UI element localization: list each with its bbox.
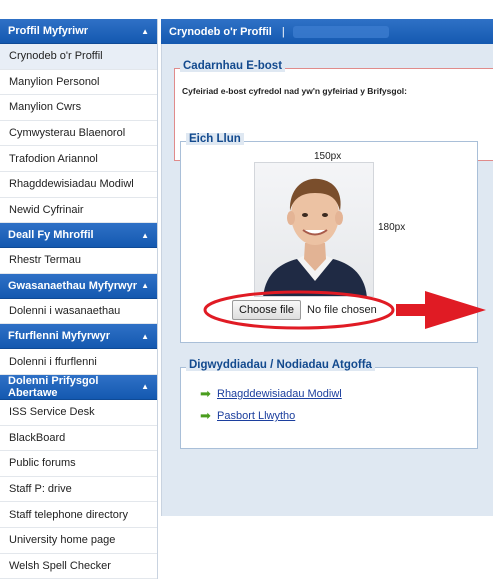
file-status: No file chosen bbox=[307, 304, 377, 316]
sidebar-item-manylion-personol[interactable]: Manylion Personol bbox=[0, 69, 157, 96]
caret-up-icon[interactable]: ▲ bbox=[141, 382, 149, 391]
list-item: ➡ Pasbort Llwytho bbox=[200, 408, 295, 424]
photo-panel-legend: Eich Llun bbox=[186, 133, 244, 145]
person-photo-image bbox=[255, 163, 373, 296]
sidebar-item-staff-telephone[interactable]: Staff telephone directory bbox=[0, 502, 157, 528]
caret-up-icon[interactable]: ▲ bbox=[141, 27, 149, 36]
sidebar-item-cymwysterau[interactable]: Cymwysterau Blaenorol bbox=[0, 120, 157, 147]
list-item: ➡ Rhagddewisiadau Modiwl bbox=[200, 386, 342, 402]
section-title: Ffurflenni Myfyrwyr bbox=[8, 330, 111, 343]
sidebar-item-crynodeb[interactable]: Crynodeb o'r Proffil bbox=[0, 44, 157, 70]
photo-height-label: 180px bbox=[378, 222, 406, 233]
sidebar-item-staff-p-drive[interactable]: Staff P: drive bbox=[0, 476, 157, 503]
sidebar: Proffil Myfyriwr ▲ Crynodeb o'r Proffil … bbox=[0, 19, 158, 580]
events-panel-legend: Digwyddiadau / Nodiadau Atgoffa bbox=[186, 359, 375, 371]
sidebar-item-rhestr-termau[interactable]: Rhestr Termau bbox=[0, 248, 157, 274]
sidebar-item-trafodion[interactable]: Trafodion Ariannol bbox=[0, 146, 157, 172]
sidebar-section-header-gwasanaethau[interactable]: Gwasanaethau Myfyrwyr ▲ bbox=[0, 273, 157, 299]
section-title: Proffil Myfyriwr bbox=[8, 25, 89, 37]
choose-file-button[interactable]: Choose file bbox=[232, 300, 302, 320]
sidebar-section-header-ffurflenni[interactable]: Ffurflenni Myfyrwyr ▲ bbox=[0, 324, 157, 350]
sidebar-item-newid-cyfrinair[interactable]: Newid Cyfrinair bbox=[0, 197, 157, 224]
photo-width-label: 150px bbox=[314, 151, 342, 162]
email-panel-legend: Cadarnhau E-bost bbox=[180, 60, 286, 72]
sidebar-section-header-dolenni-prifysgol[interactable]: Dolenni Prifysgol Abertawe ▲ bbox=[0, 374, 157, 400]
arrow-right-icon: ➡ bbox=[200, 386, 211, 401]
email-message: Cyfeiriad e-bost cyfredol nad yw'n gyfei… bbox=[182, 86, 407, 96]
page-header: Crynodeb o'r Proffil | bbox=[161, 19, 493, 44]
profile-photo bbox=[254, 162, 374, 297]
caret-up-icon[interactable]: ▲ bbox=[141, 281, 149, 290]
file-upload[interactable]: Choose file No file chosen bbox=[232, 300, 377, 320]
caret-up-icon[interactable]: ▲ bbox=[141, 231, 149, 240]
header-separator: | bbox=[281, 25, 285, 38]
caret-up-icon[interactable]: ▲ bbox=[141, 332, 149, 341]
sidebar-item-welsh-spell-checker[interactable]: Welsh Spell Checker bbox=[0, 553, 157, 580]
page-title: Crynodeb o'r Proffil bbox=[169, 25, 272, 38]
sidebar-item-dolenni-gwasanaethau[interactable]: Dolenni i wasanaethau bbox=[0, 298, 157, 325]
link-rhagddewisiadau-modiwl[interactable]: Rhagddewisiadau Modiwl bbox=[217, 388, 342, 400]
sidebar-section-header-proffil-myfyriwr[interactable]: Proffil Myfyriwr ▲ bbox=[0, 19, 157, 44]
redacted-name bbox=[292, 25, 389, 38]
sidebar-item-public-forums[interactable]: Public forums bbox=[0, 451, 157, 477]
sidebar-item-dolenni-ffurflenni[interactable]: Dolenni i ffurflenni bbox=[0, 349, 157, 375]
sidebar-item-iss-service-desk[interactable]: ISS Service Desk bbox=[0, 399, 157, 426]
sidebar-item-university-home[interactable]: University home page bbox=[0, 527, 157, 554]
section-title: Deall Fy Mhroffil bbox=[8, 229, 94, 242]
sidebar-item-manylion-cwrs[interactable]: Manylion Cwrs bbox=[0, 95, 157, 121]
sidebar-item-rhagddewisiadau[interactable]: Rhagddewisiadau Modiwl bbox=[0, 171, 157, 198]
sidebar-item-blackboard[interactable]: BlackBoard bbox=[0, 425, 157, 452]
section-title: Dolenni Prifysgol Abertawe bbox=[8, 374, 99, 399]
arrow-right-icon: ➡ bbox=[200, 408, 211, 423]
sidebar-section-header-deall[interactable]: Deall Fy Mhroffil ▲ bbox=[0, 223, 157, 249]
link-pasbort-llwytho[interactable]: Pasbort Llwytho bbox=[217, 410, 295, 422]
section-title: Gwasanaethau Myfyrwyr bbox=[8, 279, 137, 292]
